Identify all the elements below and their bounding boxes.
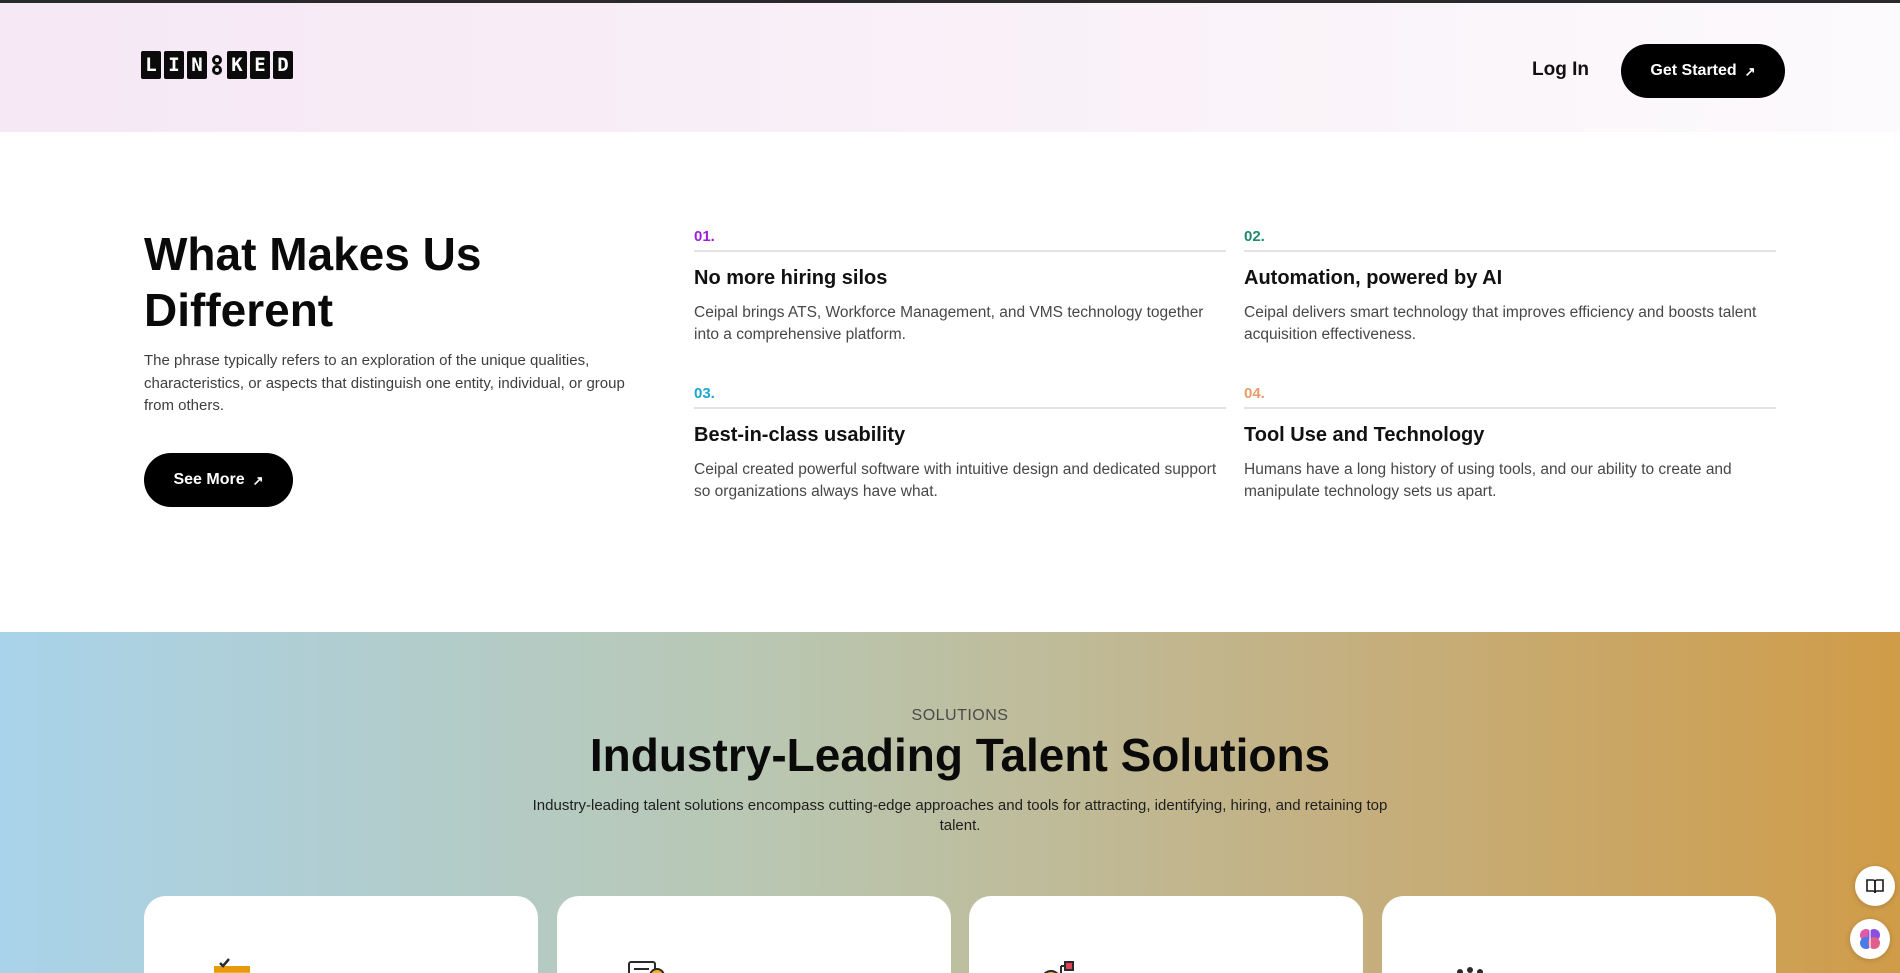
- brain-widget-button[interactable]: [1850, 919, 1890, 959]
- brain-icon: [1860, 929, 1880, 949]
- solution-card[interactable]: [1382, 896, 1776, 973]
- get-started-button[interactable]: Get Started ↗: [1621, 44, 1785, 98]
- logo-letter-i: I: [164, 51, 184, 79]
- see-more-button[interactable]: See More ↗: [144, 453, 293, 507]
- logo-letter-d: D: [273, 51, 293, 79]
- feature-number: 01.: [694, 228, 715, 245]
- chain-link-icon: [210, 51, 224, 79]
- logo-letter-n: N: [187, 51, 207, 79]
- feature-divider: [694, 250, 1226, 252]
- solution-card[interactable]: [557, 896, 951, 973]
- people-icon: [1457, 967, 1483, 973]
- get-started-label: Get Started: [1650, 62, 1737, 79]
- logo-letter-l: L: [141, 51, 161, 79]
- gear-network-icon: [1043, 961, 1074, 973]
- feature-description: Ceipal delivers smart technology that im…: [1244, 304, 1757, 343]
- solutions-eyebrow: SOLUTIONS: [911, 707, 1009, 724]
- feature-title: Tool Use and Technology: [1244, 424, 1485, 446]
- arrow-up-right-icon: ↗: [252, 472, 264, 488]
- feature-item: 01. No more hiring silos Ceipal brings A…: [694, 227, 1226, 346]
- feature-description: Ceipal created powerful software with in…: [694, 461, 1217, 500]
- logo-letter-e: E: [250, 51, 270, 79]
- feature-description: Ceipal brings ATS, Workforce Management,…: [694, 304, 1204, 343]
- feature-divider: [1244, 407, 1776, 409]
- login-link[interactable]: Log In: [1532, 59, 1589, 81]
- solutions-section: SOLUTIONS Industry-Leading Talent Soluti…: [0, 632, 1900, 973]
- feature-divider: [1244, 250, 1776, 252]
- logo-letter-k: K: [227, 51, 247, 79]
- feature-item: 03. Best-in-class usability Ceipal creat…: [694, 384, 1226, 503]
- feature-description: Humans have a long history of using tool…: [1244, 461, 1732, 500]
- feature-title: Best-in-class usability: [694, 424, 906, 446]
- arrow-up-right-icon: ↗: [1744, 63, 1756, 79]
- feature-title: No more hiring silos: [694, 267, 888, 289]
- book-icon: [1866, 879, 1884, 894]
- site-header: L I N K E D Log In Get Started ↗: [0, 3, 1900, 132]
- feature-divider: [694, 407, 1226, 409]
- different-description: The phrase typically refers to an explor…: [144, 352, 625, 414]
- site-logo[interactable]: L I N K E D: [141, 51, 293, 79]
- clipboard-gear-icon: [628, 961, 665, 973]
- solutions-title: Industry-Leading Talent Solutions: [589, 729, 1331, 781]
- book-widget-button[interactable]: [1855, 866, 1895, 906]
- solution-card[interactable]: [969, 896, 1363, 973]
- feature-item: 02. Automation, powered by AI Ceipal del…: [1244, 227, 1776, 346]
- feature-number: 04.: [1244, 385, 1265, 402]
- see-more-label: See More: [173, 471, 245, 488]
- feature-title: Automation, powered by AI: [1244, 267, 1503, 289]
- feature-item: 04. Tool Use and Technology Humans have …: [1244, 384, 1776, 503]
- solution-card[interactable]: [144, 896, 538, 973]
- feature-number: 02.: [1244, 228, 1265, 245]
- solutions-description: Industry-leading talent solutions encomp…: [532, 797, 1388, 834]
- different-title: What Makes Us Different: [144, 228, 482, 336]
- task-list-icon: [214, 958, 250, 973]
- feature-number: 03.: [694, 385, 715, 402]
